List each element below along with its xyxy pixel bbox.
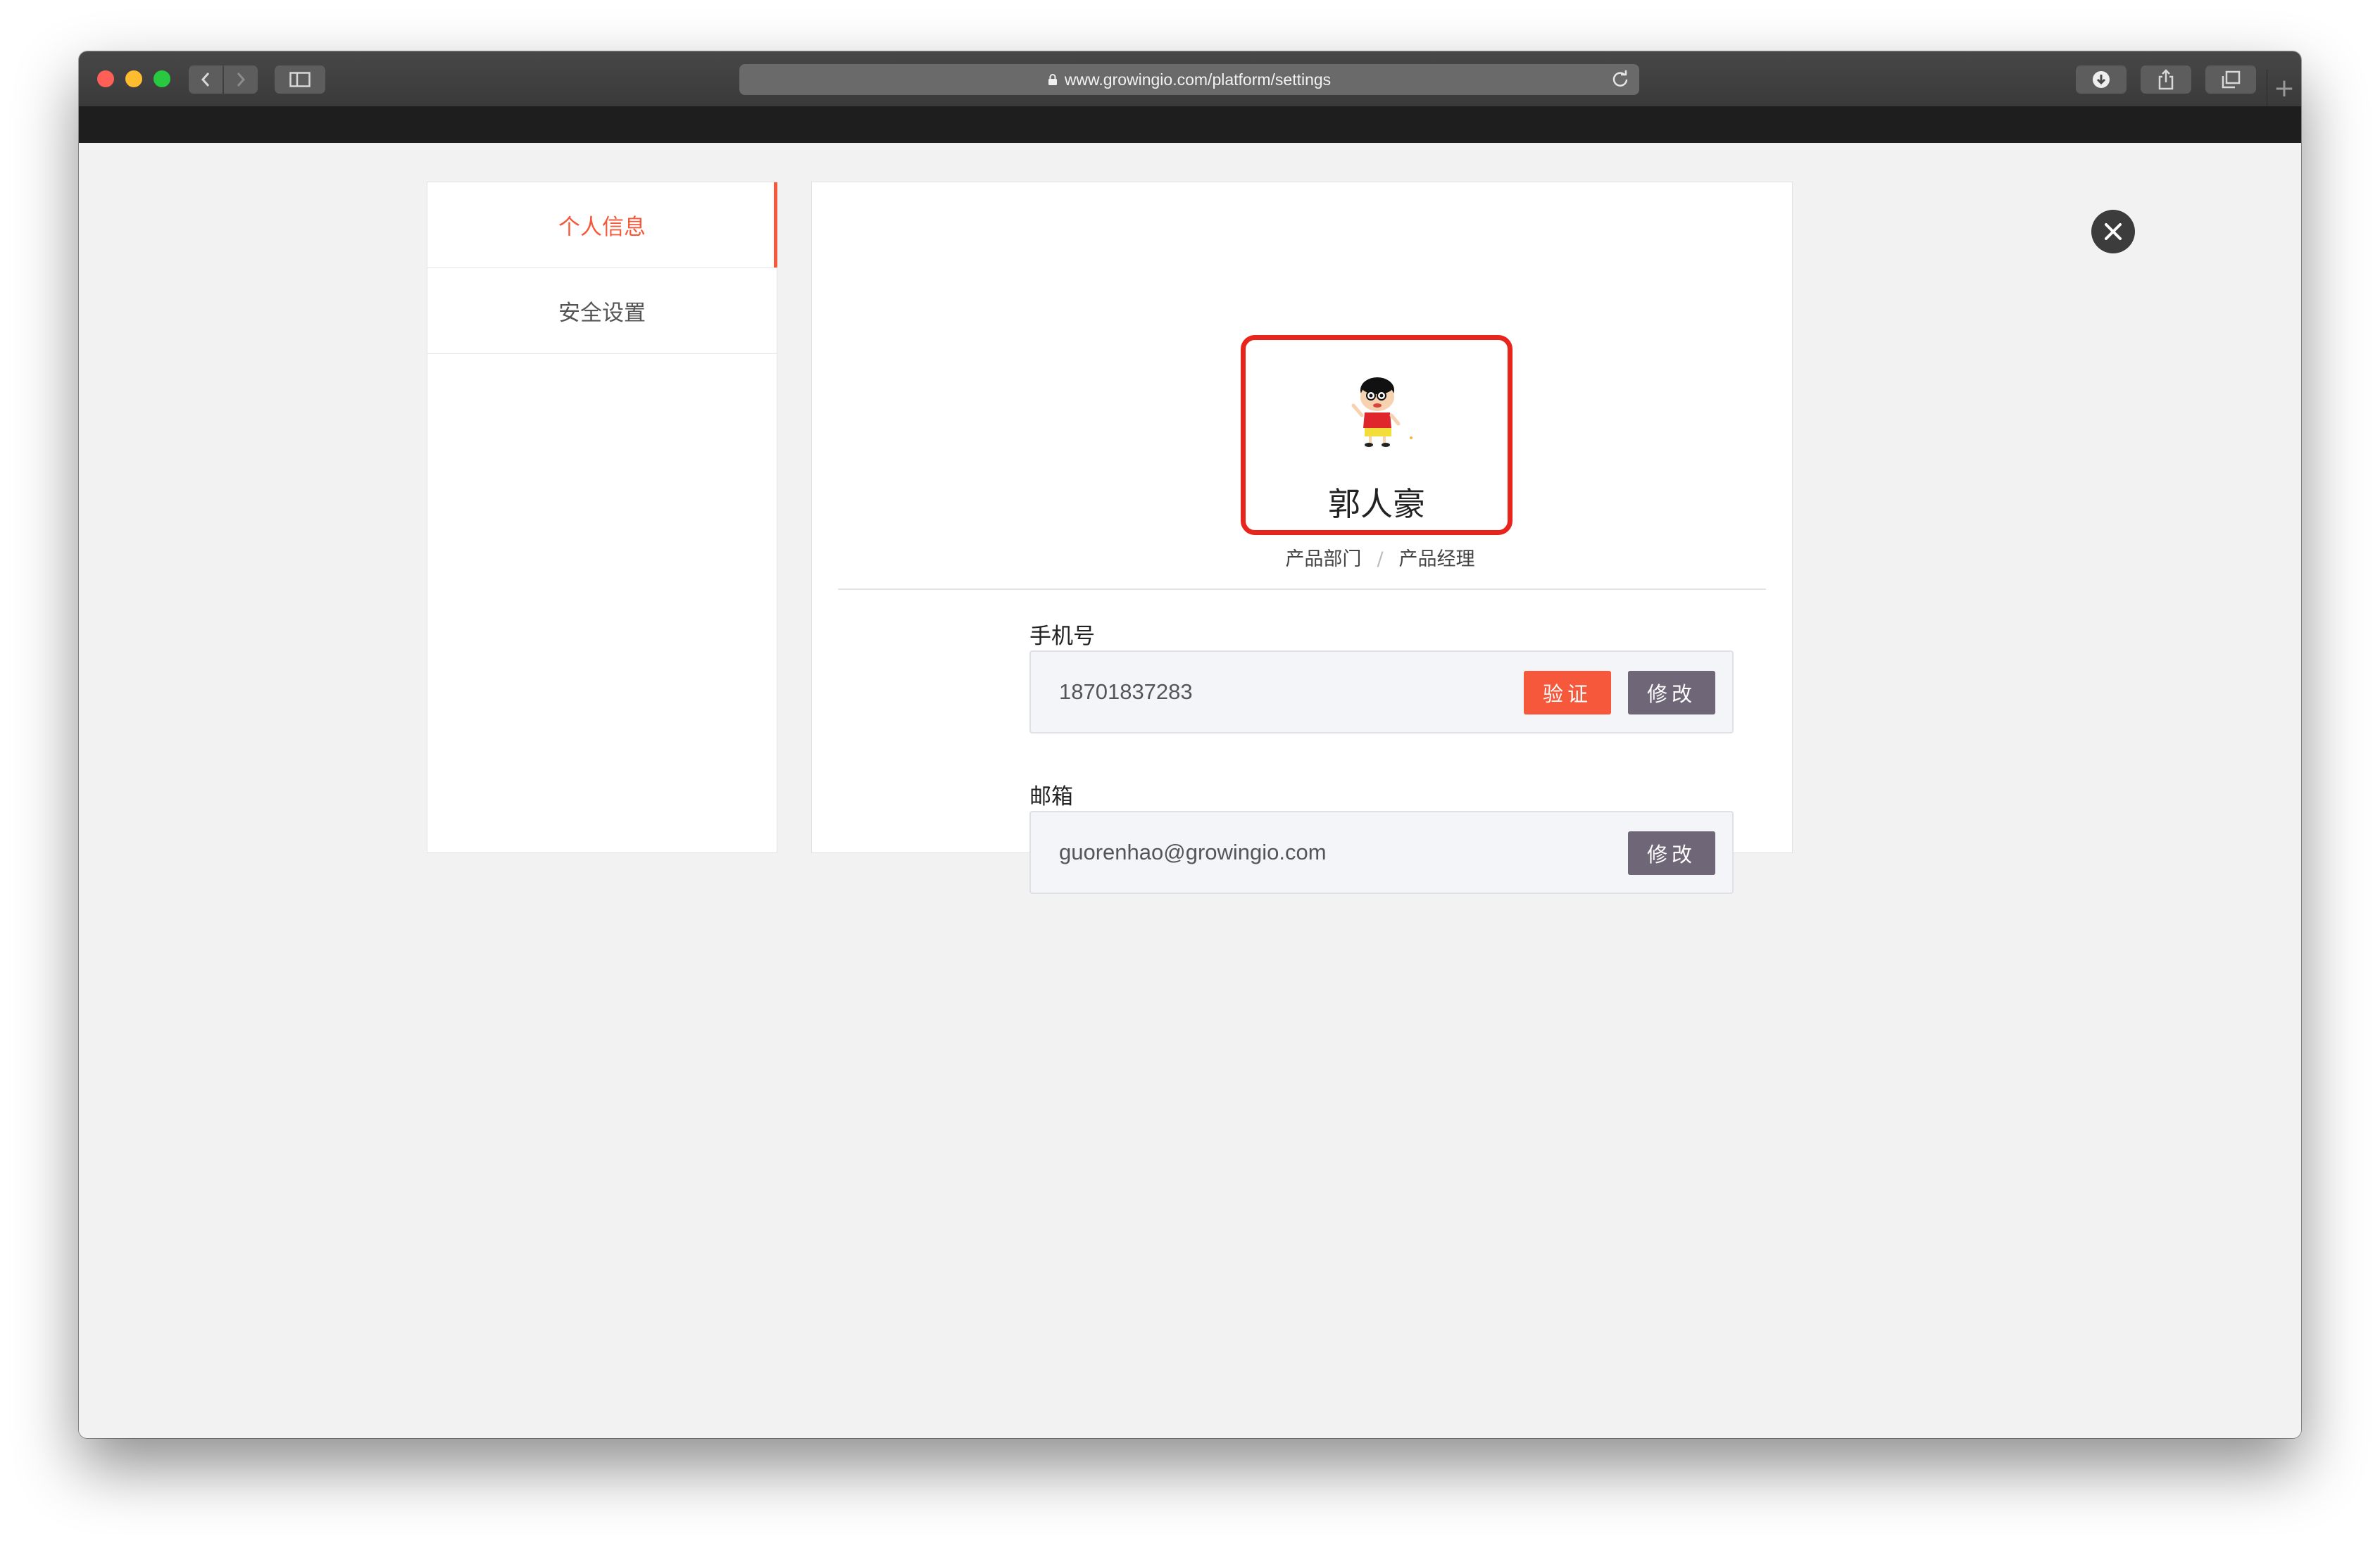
lock-icon [1048, 73, 1058, 86]
share-icon [2158, 69, 2174, 90]
phone-field: 18701837283 验证 修改 [1029, 650, 1734, 733]
edit-phone-button[interactable]: 修改 [1628, 671, 1715, 714]
close-settings-button[interactable] [2091, 210, 2135, 253]
window-maximize-button[interactable] [154, 70, 170, 87]
settings-sidebar: 个人信息 安全设置 [427, 182, 777, 853]
plus-icon: + [2273, 73, 2296, 103]
profile-divider [838, 588, 1766, 590]
forward-button[interactable] [224, 65, 258, 94]
new-tab-button[interactable]: + [2267, 70, 2301, 106]
phone-value: 18701837283 [1059, 679, 1193, 704]
sidebar-item-personal-info[interactable]: 个人信息 [427, 182, 777, 268]
sidebar-toggle-button[interactable] [275, 65, 325, 94]
sidebar-item-label: 安全设置 [558, 301, 646, 326]
url-text: www.growingio.com/platform/settings [1064, 70, 1332, 89]
back-button[interactable] [189, 65, 223, 94]
chevron-left-icon [201, 73, 210, 87]
email-field: guorenhao@growingio.com 修改 [1029, 811, 1734, 894]
tab-strip [79, 106, 2301, 143]
profile-department: 产品部门 [1285, 548, 1362, 570]
reload-icon[interactable] [1611, 70, 1629, 92]
edit-email-button[interactable]: 修改 [1628, 831, 1715, 875]
sidebar-item-label: 个人信息 [558, 215, 646, 240]
tabs-overview-button[interactable] [2205, 65, 2256, 94]
browser-toolbar: www.growingio.com/platform/settings + [79, 51, 2301, 107]
profile-name: 郭人豪 [1328, 485, 1425, 523]
share-button[interactable] [2141, 65, 2191, 94]
email-value: guorenhao@growingio.com [1059, 840, 1327, 864]
sidebar-icon [289, 72, 311, 87]
profile-separator: / [1377, 548, 1384, 570]
cartoon-avatar-icon [1346, 373, 1414, 451]
profile-job-title: 产品经理 [1398, 548, 1475, 570]
sidebar-item-security-settings[interactable]: 安全设置 [427, 268, 777, 354]
close-icon [2105, 223, 2122, 240]
phone-label: 手机号 [1029, 624, 1095, 649]
download-icon [2093, 71, 2110, 88]
profile-org-info: 产品部门 / 产品经理 [1197, 543, 1563, 571]
verify-phone-button[interactable]: 验证 [1524, 671, 1611, 714]
downloads-button[interactable] [2076, 65, 2127, 94]
email-label: 邮箱 [1029, 784, 1073, 810]
chevron-right-icon [237, 73, 246, 87]
address-bar[interactable]: www.growingio.com/platform/settings [739, 64, 1639, 95]
window-close-button[interactable] [97, 70, 114, 87]
tabs-icon [2222, 70, 2241, 89]
window-minimize-button[interactable] [125, 70, 142, 87]
